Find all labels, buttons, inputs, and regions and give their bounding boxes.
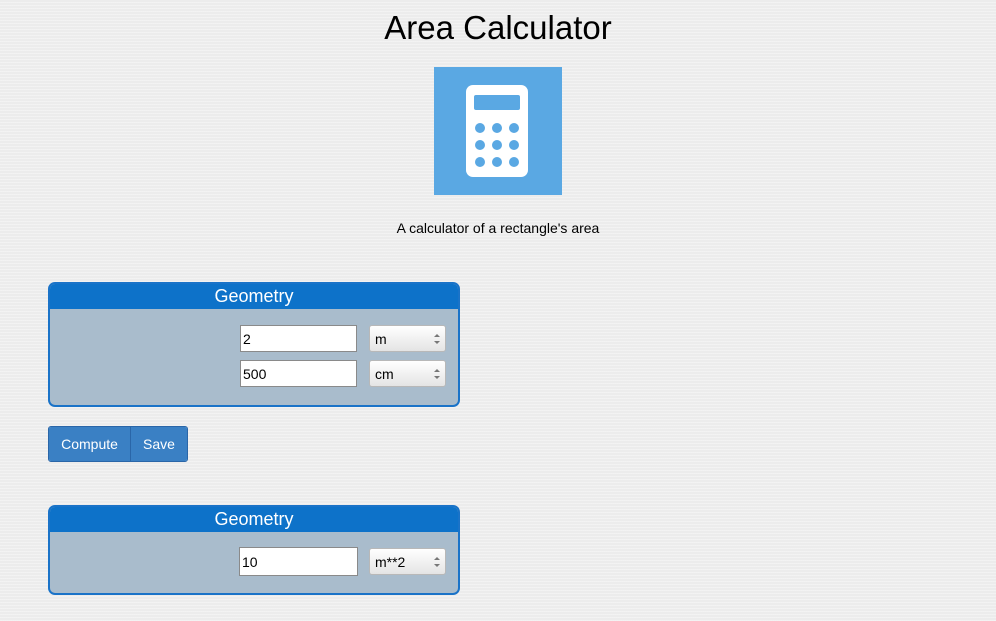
area-result-field[interactable]: [239, 547, 358, 576]
geometry-input-panel-title: Geometry: [50, 284, 458, 309]
geometry-input-panel: Geometry m cm: [48, 282, 460, 407]
area-unit-select[interactable]: m**2: [369, 548, 446, 575]
calculator-icon-graphic: [466, 85, 528, 177]
geometry-input-panel-body: m cm: [50, 309, 458, 405]
height-unit-value: cm: [375, 366, 394, 382]
save-button[interactable]: Save: [131, 427, 187, 461]
width-unit-select[interactable]: m: [369, 325, 446, 352]
geometry-output-panel: Geometry m**2: [48, 505, 460, 595]
compute-button[interactable]: Compute: [49, 427, 131, 461]
spinner-arrows-icon: [434, 369, 440, 379]
action-button-group: Compute Save: [48, 426, 188, 462]
height-unit-select[interactable]: cm: [369, 360, 446, 387]
page-title: Area Calculator: [384, 9, 612, 46]
spinner-arrows-icon: [434, 557, 440, 567]
geometry-output-panel-body: m**2: [50, 532, 458, 593]
spinner-arrows-icon: [434, 334, 440, 344]
height-input[interactable]: [240, 360, 357, 387]
geometry-output-panel-title: Geometry: [50, 507, 458, 532]
width-input[interactable]: [240, 325, 357, 352]
app-description: A calculator of a rectangle's area: [396, 220, 600, 236]
width-unit-value: m: [375, 331, 387, 347]
calculator-icon: [434, 67, 562, 195]
area-unit-value: m**2: [375, 554, 406, 570]
